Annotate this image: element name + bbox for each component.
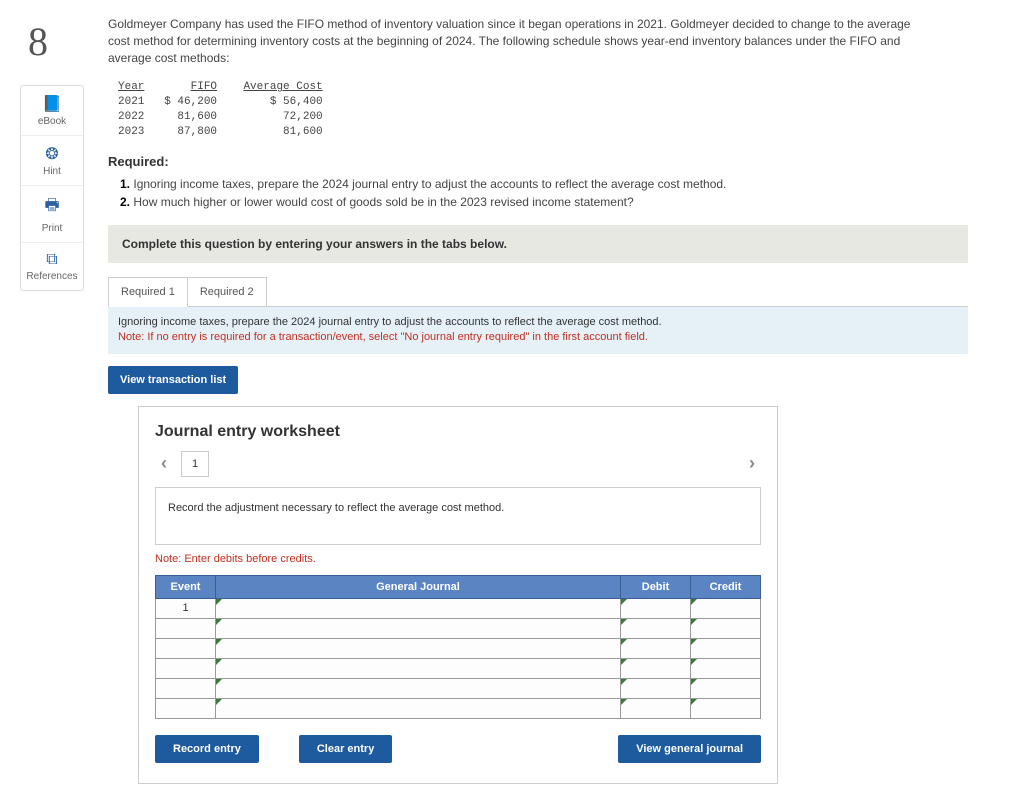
printer-icon: 🖶 <box>44 194 59 221</box>
journal-table: Event General Journal Debit Credit 1 <box>155 575 761 719</box>
lifesaver-icon: ❂ <box>45 144 58 164</box>
answer-tabs: Required 1 Required 2 <box>108 277 1004 307</box>
table-row <box>156 638 761 658</box>
tool-label: References <box>26 271 77 282</box>
record-entry-button[interactable]: Record entry <box>155 735 259 763</box>
table-row <box>156 618 761 638</box>
worksheet-nav: ‹ 1 › <box>155 451 761 477</box>
required-heading: Required: <box>108 154 1004 169</box>
book-icon: 📘 <box>42 94 62 114</box>
required-list: 1. Ignoring income taxes, prepare the 20… <box>120 175 1004 211</box>
tool-references[interactable]: ⧉ References <box>21 243 83 290</box>
gj-cell[interactable] <box>216 698 621 718</box>
debit-cell[interactable] <box>621 598 691 618</box>
col-event: Event <box>156 575 216 598</box>
copy-icon: ⧉ <box>46 251 57 269</box>
journal-worksheet: Journal entry worksheet ‹ 1 › Record the… <box>138 406 778 784</box>
event-cell[interactable] <box>156 678 216 698</box>
debit-cell[interactable] <box>621 698 691 718</box>
tab-instruction: Ignoring income taxes, prepare the 2024 … <box>108 306 968 354</box>
problem-intro: Goldmeyer Company has used the FIFO meth… <box>108 16 928 66</box>
debit-cell[interactable] <box>621 678 691 698</box>
debit-cell[interactable] <box>621 638 691 658</box>
gj-cell[interactable] <box>216 618 621 638</box>
col-general-journal: General Journal <box>216 575 621 598</box>
inventory-table: Year FIFO Average Cost 2021 $ 46,200 $ 5… <box>118 80 1004 139</box>
event-cell[interactable] <box>156 658 216 678</box>
debit-cell[interactable] <box>621 658 691 678</box>
tool-sidebar: 📘 eBook ❂ Hint 🖶 Print ⧉ References <box>20 85 84 291</box>
tool-hint[interactable]: ❂ Hint <box>21 136 83 186</box>
worksheet-step[interactable]: 1 <box>181 451 209 477</box>
view-transaction-list-button[interactable]: View transaction list <box>108 366 238 394</box>
tool-print[interactable]: 🖶 Print <box>21 186 83 243</box>
tool-label: eBook <box>38 116 66 127</box>
event-cell[interactable]: 1 <box>156 598 216 618</box>
worksheet-button-row: Record entry Clear entry View general jo… <box>155 735 761 763</box>
col-debit: Debit <box>621 575 691 598</box>
instruction-note: Note: If no entry is required for a tran… <box>118 331 648 343</box>
credit-cell[interactable] <box>691 678 761 698</box>
chevron-right-icon[interactable]: › <box>743 453 761 474</box>
instruction-main: Ignoring income taxes, prepare the 2024 … <box>118 316 662 328</box>
tab-required-2[interactable]: Required 2 <box>187 277 267 307</box>
event-cell[interactable] <box>156 698 216 718</box>
table-row <box>156 698 761 718</box>
complete-instruction-bar: Complete this question by entering your … <box>108 225 968 263</box>
gj-cell[interactable] <box>216 598 621 618</box>
tool-label: Hint <box>43 166 61 177</box>
credit-cell[interactable] <box>691 618 761 638</box>
tab-required-1[interactable]: Required 1 <box>108 277 188 307</box>
event-cell[interactable] <box>156 638 216 658</box>
gj-cell[interactable] <box>216 678 621 698</box>
table-row: 1 <box>156 598 761 618</box>
credit-cell[interactable] <box>691 698 761 718</box>
worksheet-title: Journal entry worksheet <box>155 423 761 441</box>
tool-label: Print <box>42 223 63 234</box>
col-credit: Credit <box>691 575 761 598</box>
credit-cell[interactable] <box>691 638 761 658</box>
debits-before-credits-note: Note: Enter debits before credits. <box>155 553 761 565</box>
clear-entry-button[interactable]: Clear entry <box>299 735 392 763</box>
view-general-journal-button[interactable]: View general journal <box>618 735 761 763</box>
credit-cell[interactable] <box>691 598 761 618</box>
table-row <box>156 678 761 698</box>
gj-cell[interactable] <box>216 638 621 658</box>
chevron-left-icon[interactable]: ‹ <box>155 453 173 474</box>
debit-cell[interactable] <box>621 618 691 638</box>
record-description: Record the adjustment necessary to refle… <box>155 487 761 545</box>
event-cell[interactable] <box>156 618 216 638</box>
tool-ebook[interactable]: 📘 eBook <box>21 86 83 136</box>
table-row <box>156 658 761 678</box>
question-number: 8 <box>10 10 100 81</box>
gj-cell[interactable] <box>216 658 621 678</box>
credit-cell[interactable] <box>691 658 761 678</box>
